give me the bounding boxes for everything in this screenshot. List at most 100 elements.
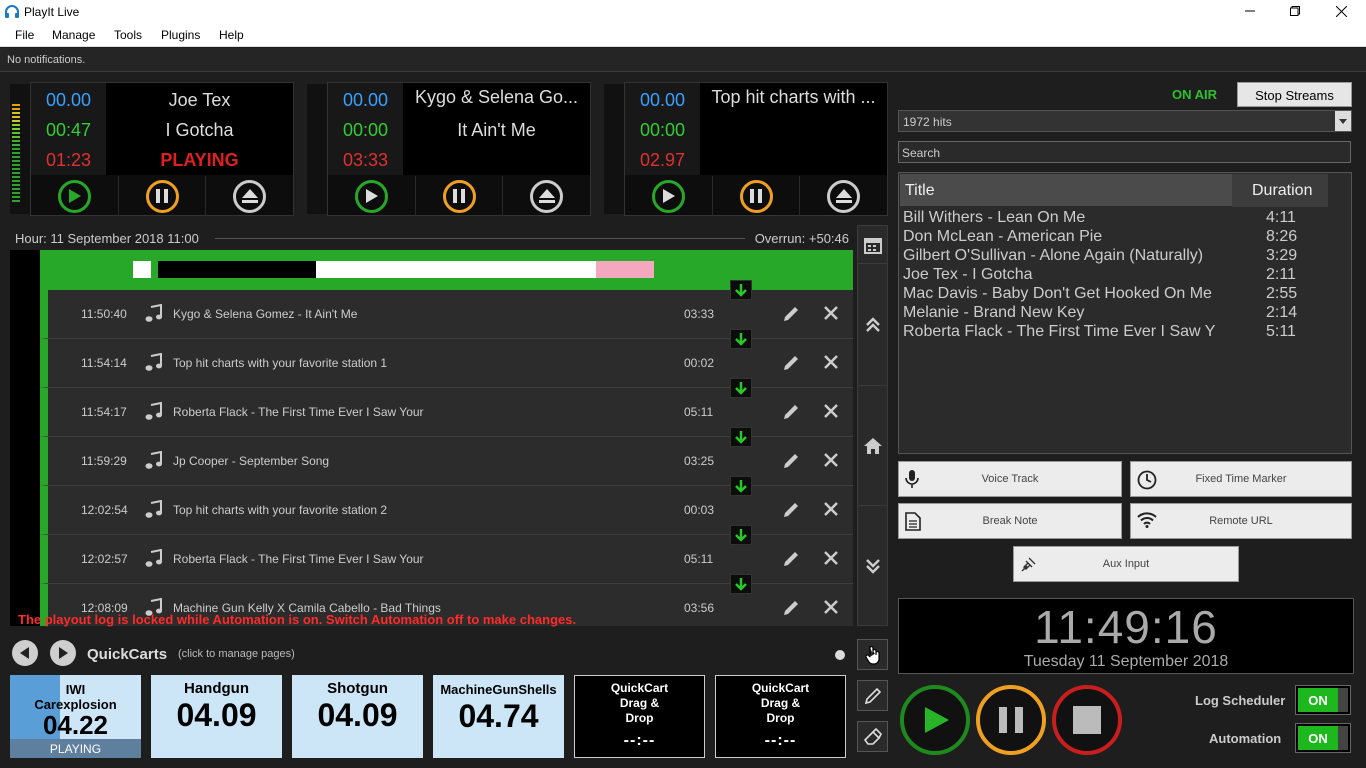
log-row-name: Top hit charts with your favorite statio…: [173, 503, 388, 517]
list-item[interactable]: Mac Davis - Baby Don't Get Hooked On Me 2…: [903, 285, 1343, 304]
clock-display: 11:49:16 Tuesday 11 September 2018: [898, 598, 1354, 674]
quickcart-edit-button[interactable]: [857, 680, 888, 711]
eject-icon: [241, 189, 258, 203]
quickcart-1[interactable]: IWI Carexplosion 04.22 PLAYING: [10, 675, 141, 758]
pencil-icon[interactable]: [782, 305, 800, 323]
menu-file[interactable]: File: [15, 28, 34, 42]
track-library[interactable]: Title Duration Bill Withers - Lean On Me…: [898, 172, 1352, 454]
arrow-down-icon[interactable]: [730, 574, 752, 594]
player-3-pause-button[interactable]: [739, 179, 773, 213]
list-item[interactable]: Melanie - Brand New Key 2:14: [903, 304, 1343, 323]
stop-streams-button[interactable]: Stop Streams: [1237, 82, 1352, 107]
quickcart-pointer-button[interactable]: [857, 639, 888, 670]
quickcart-clear-button[interactable]: [857, 721, 888, 752]
delete-icon[interactable]: [824, 600, 838, 614]
clock-time: 11:49:16: [1034, 601, 1218, 653]
log-row-duration: 00:03: [684, 503, 715, 517]
list-item[interactable]: Gilbert O'Sullivan - Alone Again (Natura…: [903, 247, 1343, 266]
player-2-elapsed: 00.00: [342, 90, 389, 110]
player-2-play-button[interactable]: [354, 179, 388, 213]
menu-plugins[interactable]: Plugins: [161, 28, 200, 42]
vu-meter-1: [10, 84, 30, 214]
player-1-pause-button[interactable]: [145, 179, 179, 213]
quickcart-2[interactable]: Handgun 04.09: [151, 675, 282, 758]
arrow-down-icon[interactable]: [730, 378, 752, 398]
menu-help[interactable]: Help: [219, 28, 244, 42]
list-item[interactable]: Roberta Flack - The First Time Ever I Sa…: [903, 323, 1343, 342]
delete-icon[interactable]: [824, 502, 838, 516]
column-title[interactable]: Title: [900, 174, 1232, 207]
break-note-button[interactable]: Break Note: [898, 503, 1122, 539]
delete-icon[interactable]: [824, 551, 838, 565]
home-button[interactable]: [858, 386, 887, 506]
quickcart-duration: --:--: [623, 732, 656, 749]
aux-input-button[interactable]: Aux Input: [1013, 546, 1239, 582]
fixed-time-marker-button[interactable]: Fixed Time Marker: [1130, 461, 1352, 497]
quickcarts-manage-link[interactable]: (click to manage pages): [178, 648, 295, 660]
music-note-icon: [144, 304, 164, 324]
quickcart-4[interactable]: MachineGunShells 04.74: [433, 675, 564, 758]
player-3-eject-button[interactable]: [827, 179, 861, 213]
maximize-button[interactable]: [1285, 3, 1305, 19]
arrow-down-icon[interactable]: [730, 427, 752, 447]
track-duration: 2:14: [1266, 304, 1298, 321]
pencil-icon[interactable]: [782, 599, 800, 617]
delete-icon[interactable]: [824, 453, 838, 467]
menu-manage[interactable]: Manage: [52, 28, 95, 42]
player-3-play-button[interactable]: [651, 179, 685, 213]
log-row-name: Roberta Flack - The First Time Ever I Sa…: [173, 405, 424, 419]
automation-play-button[interactable]: [900, 685, 970, 755]
log-row-duration: 05:11: [684, 405, 714, 419]
column-duration[interactable]: Duration: [1232, 174, 1328, 207]
delete-icon[interactable]: [824, 404, 838, 418]
close-button[interactable]: [1331, 3, 1351, 19]
list-item[interactable]: Bill Withers - Lean On Me 4:11: [903, 209, 1343, 228]
pencil-icon[interactable]: [782, 452, 800, 470]
delete-icon[interactable]: [824, 306, 838, 320]
player-2-pause-button[interactable]: [442, 179, 476, 213]
scroll-down-button[interactable]: [858, 506, 887, 626]
arrow-down-icon[interactable]: [730, 329, 752, 349]
list-item[interactable]: Don McLean - American Pie 8:26: [903, 228, 1343, 247]
quickcarts-next-button[interactable]: [50, 640, 76, 666]
arrow-down-icon[interactable]: [730, 280, 752, 300]
quickcart-6[interactable]: QuickCart Drag & Drop --:--: [715, 675, 846, 758]
automation-toggle[interactable]: ON: [1295, 723, 1351, 753]
automation-pause-button[interactable]: [976, 685, 1046, 755]
quickcart-duration: 04.22: [42, 710, 109, 740]
automation-stop-button[interactable]: [1052, 685, 1122, 755]
quickcart-status: PLAYING: [10, 739, 141, 758]
remote-url-label: Remote URL: [1209, 515, 1273, 527]
search-input[interactable]: Search: [898, 141, 1351, 163]
pencil-icon[interactable]: [782, 501, 800, 519]
automation-label: Automation: [1209, 731, 1282, 746]
column-duration-label: Duration: [1252, 182, 1313, 199]
playlist-select[interactable]: 1972 hits: [898, 110, 1352, 132]
arrow-down-icon[interactable]: [730, 525, 752, 545]
music-note-icon: [144, 451, 164, 471]
scroll-up-button[interactable]: [858, 264, 887, 386]
quickcart-5[interactable]: QuickCart Drag & Drop --:--: [574, 675, 705, 758]
pencil-icon[interactable]: [782, 403, 800, 421]
player-1-play-button[interactable]: [57, 179, 91, 213]
pencil-icon[interactable]: [782, 354, 800, 372]
chevron-down-icon[interactable]: [1335, 111, 1351, 131]
player-1-eject-button[interactable]: [233, 179, 267, 213]
minimize-button[interactable]: [1240, 3, 1260, 19]
playout-log[interactable]: 11:50:40 Kygo & Selena Gomez - It Ain't …: [10, 250, 853, 626]
list-item[interactable]: Joe Tex - I Gotcha 2:11: [903, 266, 1343, 285]
arrow-down-icon[interactable]: [730, 476, 752, 496]
player-2-eject-button[interactable]: [530, 179, 564, 213]
play-icon: [663, 189, 676, 203]
delete-icon[interactable]: [824, 355, 838, 369]
calendar-button[interactable]: [858, 226, 887, 264]
remote-url-button[interactable]: Remote URL: [1130, 503, 1352, 539]
menu-tools[interactable]: Tools: [114, 28, 142, 42]
pause-icon: [750, 189, 762, 203]
pencil-icon[interactable]: [782, 550, 800, 568]
log-scheduler-toggle[interactable]: ON: [1295, 685, 1351, 715]
track-title: Joe Tex - I Gotcha: [903, 266, 1033, 283]
voice-track-button[interactable]: Voice Track: [898, 461, 1122, 497]
quickcart-3[interactable]: Shotgun 04.09: [292, 675, 423, 758]
quickcarts-prev-button[interactable]: [12, 640, 38, 666]
